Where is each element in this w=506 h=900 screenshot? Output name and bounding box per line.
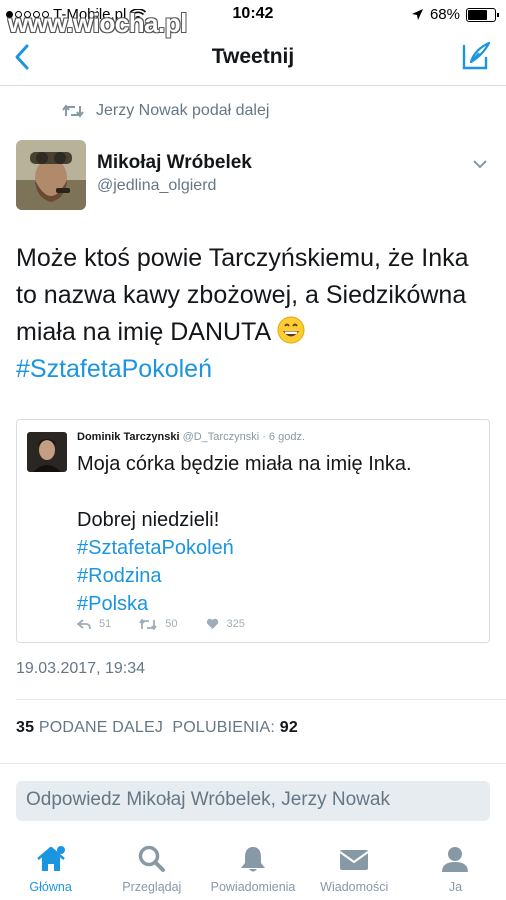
quoted-header: Dominik Tarczynski @D_Tarczynski · 6 god… <box>77 431 305 443</box>
likes-count: 92 <box>279 719 298 736</box>
compose-tweet-icon[interactable] <box>460 40 492 72</box>
quoted-actions: 51 50 325 <box>77 618 245 630</box>
home-icon <box>36 846 65 871</box>
tab-me[interactable]: Ja <box>405 836 506 900</box>
tweet-timestamp: 19.03.2017, 19:34 <box>16 660 146 677</box>
tab-messages[interactable]: Wiadomości <box>304 836 405 900</box>
quoted-likes-count: 325 <box>226 618 245 630</box>
bell-icon <box>241 847 265 872</box>
profile-icon <box>442 847 469 872</box>
quoted-hashtag[interactable]: #Rodzina <box>77 562 412 590</box>
divider <box>16 699 506 700</box>
quoted-retweet: 50 <box>139 618 178 630</box>
page-title: Tweetnij <box>211 45 295 68</box>
retweet-icon <box>139 618 157 630</box>
search-icon <box>138 845 165 872</box>
quoted-replies-count: 51 <box>99 618 112 630</box>
tab-bar: Główna Przeglądaj Powiadomienia Wiadomoś… <box>0 836 506 900</box>
retweets-label: PODANE DALEJ <box>38 719 164 736</box>
location-arrow-icon <box>411 9 423 20</box>
tab-explore[interactable]: Przeglądaj <box>101 836 202 900</box>
quoted-text: Moja córka będzie miała na imię Inka. Do… <box>77 450 412 618</box>
quoted-retweets-count: 50 <box>165 618 178 630</box>
quoted-tweet[interactable]: Dominik Tarczynski @D_Tarczynski · 6 god… <box>16 419 490 643</box>
chevron-down-icon[interactable] <box>472 158 488 170</box>
tab-me-label: Ja <box>448 880 463 894</box>
battery-icon <box>466 7 499 22</box>
divider <box>0 763 506 764</box>
retweet-icon <box>62 104 84 118</box>
battery-percent: 68% <box>429 6 460 23</box>
grinning-emoji-icon <box>277 316 305 344</box>
tab-messages-label: Wiadomości <box>320 880 389 894</box>
reply-icon <box>77 618 91 629</box>
reply-input[interactable]: Odpowiedz Mikołaj Wróbelek, Jerzy Nowak <box>16 781 490 821</box>
quoted-reply: 51 <box>77 618 111 630</box>
tab-notifications[interactable]: Powiadomienia <box>202 836 303 900</box>
tweet-stats[interactable]: 35 PODANE DALEJ POLUBIENIA: 92 <box>16 719 298 737</box>
tweet-body: Może ktoś powie Tarczyńskiemu, że Inka t… <box>16 244 469 346</box>
tab-home-label: Główna <box>29 880 72 894</box>
retweeted-by[interactable]: Jerzy Nowak podał dalej <box>62 102 269 120</box>
author-avatar[interactable] <box>16 140 86 210</box>
retweets-count: 35 <box>16 719 35 736</box>
quoted-time: · 6 godz. <box>262 431 306 443</box>
quoted-author-name: Dominik Tarczynski <box>77 431 180 443</box>
tab-notifications-label: Powiadomienia <box>210 880 296 894</box>
quoted-hashtag[interactable]: #SztafetaPokoleń <box>77 534 412 562</box>
quoted-line-2: Dobrej niedzieli! <box>77 509 220 531</box>
quoted-like: 325 <box>206 618 245 630</box>
likes-label: POLUBIENIA: <box>172 719 276 736</box>
author-name[interactable]: Mikołaj Wróbelek <box>97 152 252 174</box>
quoted-author-handle: @D_Tarczynski <box>182 431 260 443</box>
author-handle[interactable]: @jedlina_olgierd <box>97 177 216 195</box>
quoted-hashtag[interactable]: #Polska <box>77 590 412 618</box>
tab-home[interactable]: Główna <box>0 836 101 900</box>
tab-explore-label: Przeglądaj <box>122 880 182 894</box>
tweet-text: Może ktoś powie Tarczyńskiemu, że Inka t… <box>16 240 496 388</box>
heart-icon <box>206 618 218 629</box>
tweet-hashtag[interactable]: #SztafetaPokoleń <box>16 355 212 383</box>
quoted-author-avatar <box>27 432 67 472</box>
watermark: www.wiocha.pl <box>8 8 187 38</box>
retweeted-by-label: Jerzy Nowak podał dalej <box>96 102 270 119</box>
envelope-icon <box>339 850 369 870</box>
quoted-line-1: Moja córka będzie miała na imię Inka. <box>77 453 412 475</box>
